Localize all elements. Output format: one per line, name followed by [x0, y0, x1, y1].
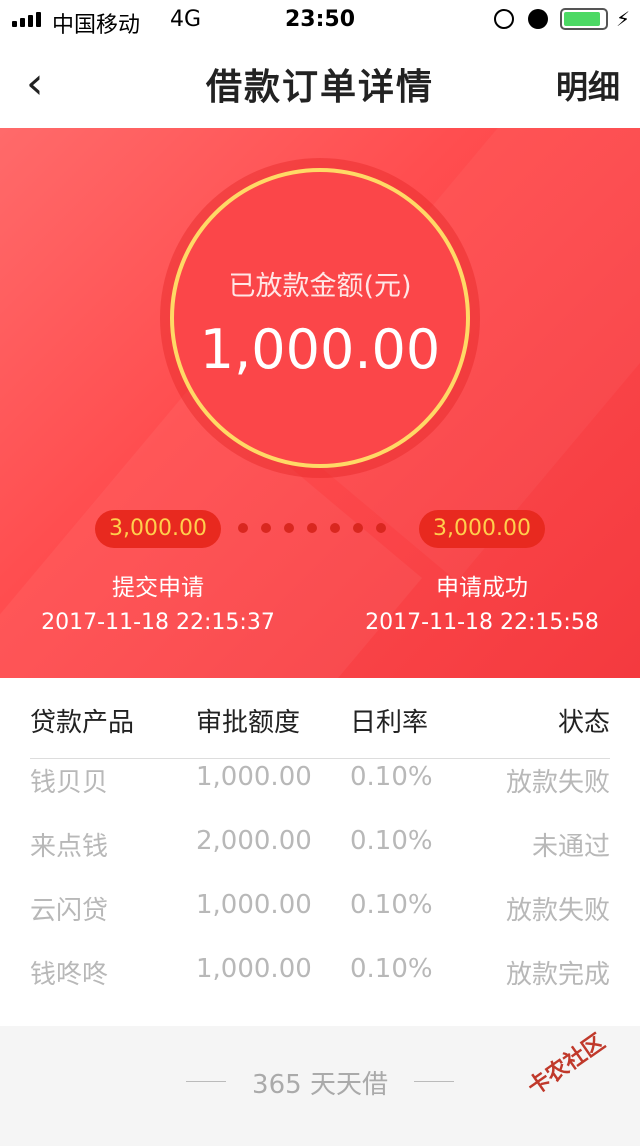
success-amount-badge: 3,000.00: [419, 510, 545, 548]
loan-status: 放款失败: [505, 896, 610, 926]
loan-status: 放款完成: [505, 960, 610, 990]
submit-step-label: 提交申请: [112, 575, 204, 601]
loan-products-table: 贷款产品 审批额度 日利率 状态 钱贝贝 1,000.00 0.10% 放款失败…: [0, 678, 640, 1026]
table-row[interactable]: 云闪贷 1,000.00 0.10% 放款失败: [30, 890, 610, 930]
nav-bar: ‹ 借款订单详情 明细: [0, 40, 640, 128]
amount-ring: 已放款金额(元) 1,000.00: [170, 168, 470, 468]
column-header-limit: 审批额度: [196, 708, 301, 738]
approved-limit: 1,000.00: [196, 762, 312, 792]
success-step-time: 2017-11-18 22:15:58: [365, 610, 599, 635]
detail-button[interactable]: 明细: [556, 62, 620, 108]
table-header: 贷款产品 审批额度 日利率 状态: [30, 678, 610, 759]
daily-rate: 0.10%: [350, 762, 433, 792]
success-step-label: 申请成功: [436, 575, 528, 601]
loan-summary-panel: 已放款金额(元) 1,000.00 3,000.00 3,000.00 提交申请…: [0, 128, 640, 678]
approved-limit: 1,000.00: [196, 890, 312, 920]
rotation-lock-icon: [494, 9, 514, 29]
table-row[interactable]: 钱贝贝 1,000.00 0.10% 放款失败: [30, 762, 610, 802]
product-name: 钱贝贝: [30, 768, 109, 798]
submit-amount-badge: 3,000.00: [95, 510, 221, 548]
progress-dots: [238, 523, 386, 533]
charging-icon: ⚡: [616, 7, 631, 31]
footer-divider-right: [414, 1081, 454, 1082]
loan-status: 未通过: [531, 832, 610, 862]
daily-rate: 0.10%: [350, 890, 433, 920]
table-row[interactable]: 钱咚咚 1,000.00 0.10% 放款完成: [30, 954, 610, 994]
column-header-rate: 日利率: [350, 708, 429, 738]
daily-rate: 0.10%: [350, 954, 433, 984]
page-title: 借款订单详情: [205, 67, 434, 108]
battery-icon: [560, 8, 608, 30]
loan-amount-label: 已放款金额(元): [228, 271, 412, 302]
product-name: 云闪贷: [30, 896, 109, 926]
alarm-icon: [528, 9, 548, 29]
daily-rate: 0.10%: [350, 826, 433, 856]
product-name: 来点钱: [30, 832, 109, 862]
approved-limit: 2,000.00: [196, 826, 312, 856]
status-bar: 中国移动 4G 23:50 ⚡: [0, 0, 640, 40]
loan-amount: 1,000.00: [199, 318, 441, 381]
column-header-status: 状态: [557, 708, 610, 738]
approved-limit: 1,000.00: [196, 954, 312, 984]
loan-status: 放款失败: [505, 768, 610, 798]
table-row[interactable]: 来点钱 2,000.00 0.10% 未通过: [30, 826, 610, 866]
product-name: 钱咚咚: [30, 960, 109, 990]
column-header-product: 贷款产品: [30, 708, 135, 738]
submit-step-time: 2017-11-18 22:15:37: [41, 610, 275, 635]
